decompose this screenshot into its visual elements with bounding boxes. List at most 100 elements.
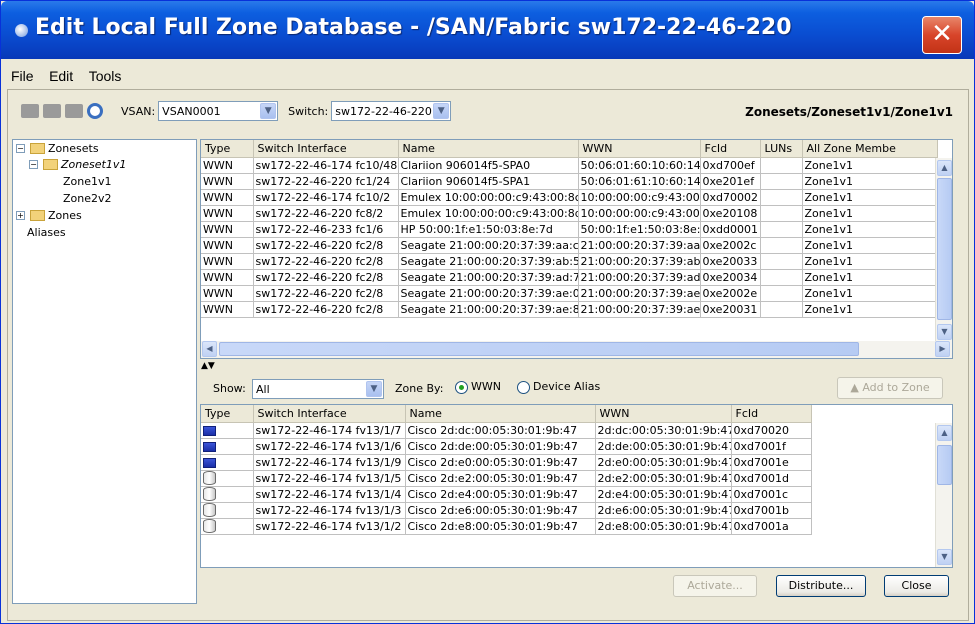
column-header[interactable]: All Zone Membe <box>802 140 938 158</box>
column-header[interactable]: Type <box>201 140 254 158</box>
scroll-left-icon[interactable]: ◀ <box>202 341 217 357</box>
table-cell <box>760 157 803 174</box>
scroll-up-icon[interactable]: ▲ <box>937 425 952 441</box>
table-row[interactable]: WWN sw172-22-46-220 fc2/8 Seagate 21:00:00… <box>201 253 938 270</box>
table-row[interactable]: WWN sw172-22-46-220 fc2/8 Seagate 21:00:00… <box>201 301 938 318</box>
scroll-down-icon[interactable]: ▼ <box>937 324 952 340</box>
menu-tools[interactable]: Tools <box>83 63 128 84</box>
radio-selected-icon[interactable] <box>455 380 468 394</box>
vsan-select[interactable]: VSAN0001 ▼ <box>158 101 279 121</box>
table-cell: sw172-22-46-220 fc2/8 <box>253 269 399 286</box>
column-header[interactable]: Switch Interface <box>253 140 399 158</box>
column-header[interactable]: FcId <box>731 405 812 423</box>
table-cell: 21:00:00:20:37:39:ae:0c <box>578 285 701 302</box>
column-header[interactable]: Type <box>201 405 254 423</box>
tree-node-zonesets[interactable]: − Zonesets <box>16 141 99 157</box>
table-row[interactable]: sw172-22-46-174 fv13/1/7 Cisco 2d:dc:00:0… <box>201 422 812 439</box>
tree-node-zone2v2[interactable]: Zone2v2 <box>63 191 112 207</box>
menu-edit[interactable]: Edit <box>43 63 79 84</box>
table-cell: 0xd7001b <box>731 502 812 519</box>
table-cell: Seagate 21:00:00:20:37:39:ad:77 <box>398 269 579 286</box>
close-window-button[interactable]: ✕ <box>922 16 962 54</box>
table-cell: Zone1v1 <box>802 205 938 222</box>
table-row[interactable]: sw172-22-46-174 fv13/1/3 Cisco 2d:e6:00:0… <box>201 502 812 519</box>
candidates-vscroll[interactable]: ▲ ▼ <box>935 423 952 567</box>
chevron-down-icon[interactable]: ▼ <box>366 381 382 397</box>
column-header[interactable]: LUNs <box>760 140 803 158</box>
hscroll-thumb[interactable] <box>219 342 859 356</box>
table-cell: WWN <box>201 205 254 222</box>
collapse-icon[interactable]: − <box>29 160 38 169</box>
distribute-button[interactable]: Distribute... <box>776 575 866 597</box>
scroll-right-icon[interactable]: ▶ <box>935 341 950 357</box>
scroll-down-icon[interactable]: ▼ <box>937 549 952 565</box>
insert-icon[interactable] <box>21 104 39 118</box>
column-header[interactable]: Switch Interface <box>253 405 406 423</box>
table-cell: sw172-22-46-174 fv13/1/7 <box>253 422 406 439</box>
remove-member-icon[interactable] <box>65 104 83 118</box>
table-cell: HP 50:00:1f:e1:50:03:8e:7d <box>398 221 579 238</box>
disk-icon <box>203 487 216 501</box>
table-row[interactable]: WWN sw172-22-46-220 fc2/8 Seagate 21:00:00… <box>201 237 938 254</box>
table-cell: 0xe20031 <box>700 301 761 318</box>
column-header[interactable]: WWN <box>595 405 732 423</box>
members-hscroll[interactable]: ◀ ▶ <box>201 341 952 358</box>
table-cell: sw172-22-46-174 fv13/1/9 <box>253 454 406 471</box>
type-cell <box>201 454 254 471</box>
table-row[interactable]: sw172-22-46-174 fv13/1/4 Cisco 2d:e4:00:0… <box>201 486 812 503</box>
scroll-thumb[interactable] <box>937 445 952 485</box>
table-cell: Zone1v1 <box>802 253 938 270</box>
column-header[interactable]: WWN <box>578 140 701 158</box>
table-row[interactable]: WWN sw172-22-46-174 fc10/48 Clariion 90601… <box>201 157 938 174</box>
show-select[interactable]: All ▼ <box>252 379 384 399</box>
radio-wwn[interactable]: WWN <box>455 380 501 394</box>
table-cell: Emulex 10:00:00:00:c9:43:00:8d <box>398 205 579 222</box>
tree-node-zones[interactable]: + Zones <box>16 208 82 224</box>
activate-button[interactable]: Activate... <box>673 575 757 597</box>
splitter-arrows-icon[interactable]: ▲▼ <box>201 361 216 371</box>
radio-alias-label: Device Alias <box>533 380 601 393</box>
column-header[interactable]: FcId <box>700 140 761 158</box>
table-row[interactable]: sw172-22-46-174 fv13/1/2 Cisco 2d:e8:00:0… <box>201 518 812 535</box>
table-cell: sw172-22-46-220 fc1/24 <box>253 173 399 190</box>
table-row[interactable]: WWN sw172-22-46-174 fc10/2 Emulex 10:00:00… <box>201 189 938 206</box>
chevron-down-icon[interactable]: ▼ <box>260 103 277 119</box>
zone-database-window: Edit Local Full Zone Database - /SAN/Fab… <box>0 0 975 624</box>
chevron-down-icon[interactable]: ▼ <box>433 103 450 119</box>
table-cell <box>760 253 803 270</box>
tree-node-aliases[interactable]: Aliases <box>27 225 66 241</box>
table-row[interactable]: WWN sw172-22-46-220 fc8/2 Emulex 10:00:00:… <box>201 205 938 222</box>
table-row[interactable]: WWN sw172-22-46-220 fc1/24 Clariion 906014… <box>201 173 938 190</box>
table-cell: Clariion 906014f5-SPA0 <box>398 157 579 174</box>
table-cell: 0xe2002e <box>700 285 761 302</box>
tree-node-zoneset1v1[interactable]: − Zoneset1v1 <box>29 157 126 173</box>
table-row[interactable]: WWN sw172-22-46-233 fc1/6 HP 50:00:1f:e1:5… <box>201 221 938 238</box>
scroll-thumb[interactable] <box>937 178 952 320</box>
title-bar[interactable]: Edit Local Full Zone Database - /SAN/Fab… <box>1 1 974 59</box>
table-row[interactable]: WWN sw172-22-46-220 fc2/8 Seagate 21:00:00… <box>201 285 938 302</box>
add-member-icon[interactable] <box>43 104 61 118</box>
table-row[interactable]: sw172-22-46-174 fv13/1/5 Cisco 2d:e2:00:0… <box>201 470 812 487</box>
table-cell: Zone1v1 <box>802 189 938 206</box>
menu-file[interactable]: File <box>5 63 40 84</box>
table-cell: sw172-22-46-174 fv13/1/4 <box>253 486 406 503</box>
refresh-icon[interactable] <box>87 103 103 119</box>
scroll-up-icon[interactable]: ▲ <box>937 160 952 176</box>
column-header[interactable]: Name <box>405 405 596 423</box>
table-row[interactable]: sw172-22-46-174 fv13/1/9 Cisco 2d:e0:00:0… <box>201 454 812 471</box>
table-row[interactable]: WWN sw172-22-46-220 fc2/8 Seagate 21:00:00… <box>201 269 938 286</box>
table-cell: WWN <box>201 189 254 206</box>
close-button[interactable]: Close <box>884 575 949 597</box>
type-cell <box>201 422 254 439</box>
radio-icon[interactable] <box>517 380 530 394</box>
menu-bar: File Edit Tools <box>5 63 970 89</box>
radio-device-alias[interactable]: Device Alias <box>517 380 600 394</box>
tree-node-zone1v1[interactable]: Zone1v1 <box>63 174 112 190</box>
members-vscroll[interactable]: ▲ ▼ <box>935 158 952 342</box>
table-row[interactable]: sw172-22-46-174 fv13/1/6 Cisco 2d:de:00:0… <box>201 438 812 455</box>
collapse-icon[interactable]: − <box>16 144 25 153</box>
add-to-zone-button[interactable]: ▲ Add to Zone <box>837 377 943 399</box>
switch-select[interactable]: sw172-22-46-220 ▼ <box>331 101 452 121</box>
expand-icon[interactable]: + <box>16 211 25 220</box>
column-header[interactable]: Name <box>398 140 579 158</box>
